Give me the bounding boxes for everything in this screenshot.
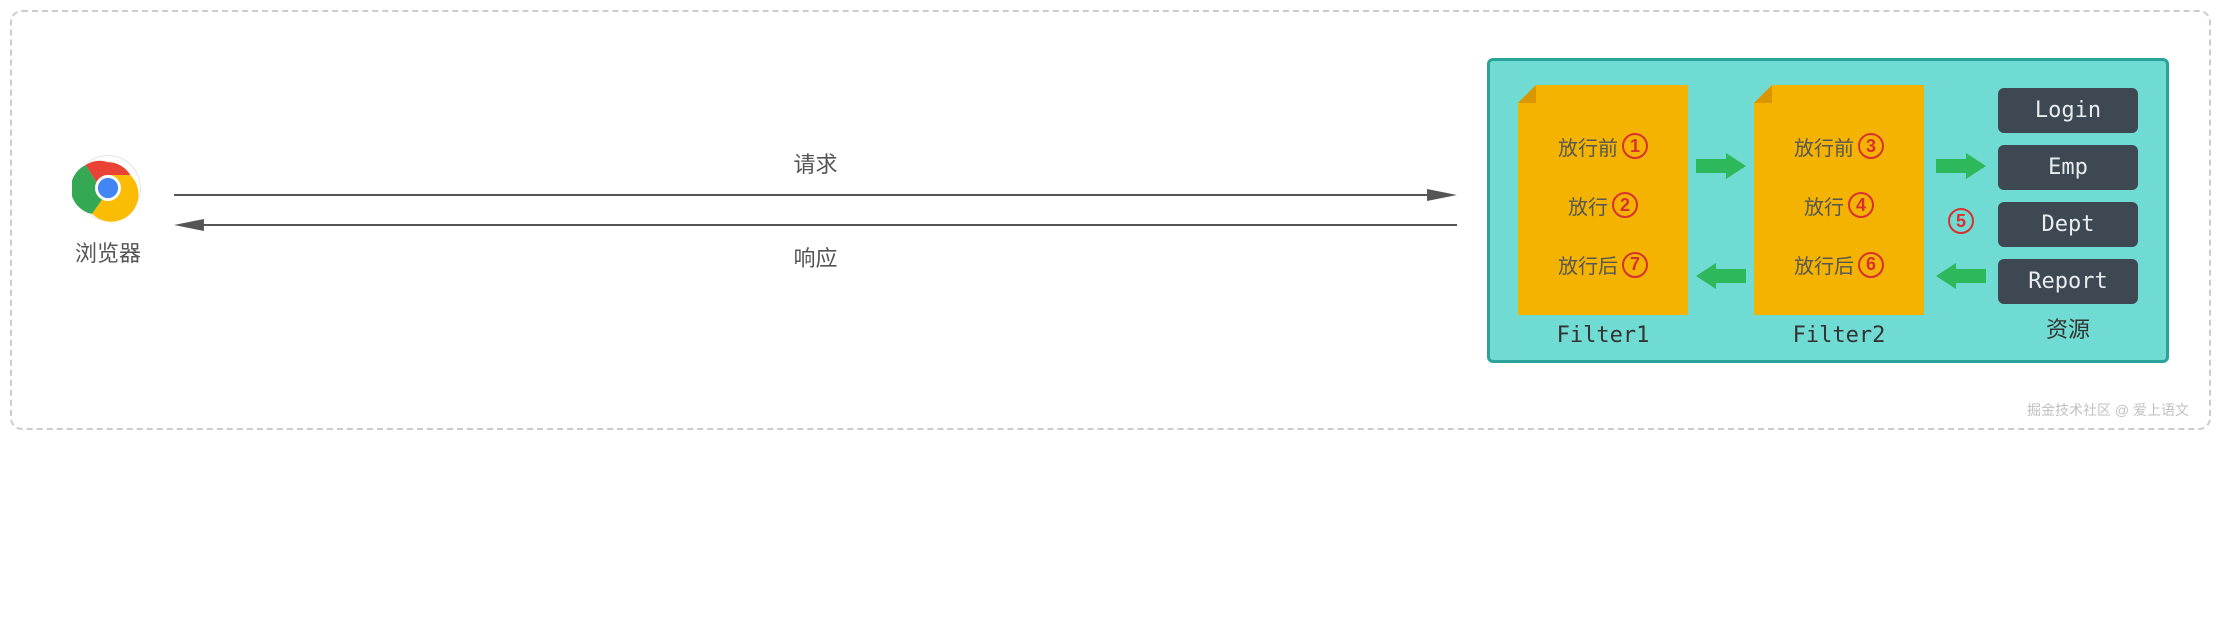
watermark: 掘金技术社区 @ 爱上语文: [2027, 400, 2189, 420]
diagram-container: 浏览器 请求 响应: [10, 10, 2211, 430]
server-container: 放行前 1 放行 2 放行后 7 Filter1: [1487, 58, 2169, 363]
filter1-line-before: 放行前 1: [1558, 132, 1648, 161]
flow-arrows-2: 5: [1932, 101, 1990, 331]
forward-arrow-icon: [1936, 151, 1986, 181]
filter2-box: 放行前 3 放行 4 放行后 6: [1754, 85, 1924, 315]
step-number: 7: [1622, 252, 1648, 278]
resources-label: 资源: [2046, 312, 2090, 344]
filter1-group: 放行前 1 放行 2 放行后 7 Filter1: [1518, 85, 1688, 348]
step-number: 2: [1612, 192, 1638, 218]
browser-section: 浏览器: [72, 152, 144, 268]
filter2-line-before: 放行前 3: [1794, 132, 1884, 161]
filter-text: 放行后: [1558, 250, 1618, 279]
filter2-line-do: 放行 4: [1804, 191, 1874, 220]
filter1-label: Filter1: [1557, 323, 1650, 348]
forward-arrow-icon: [1696, 151, 1746, 181]
request-arrow-row: 请求: [174, 147, 1457, 205]
flow-arrows-1: [1696, 101, 1746, 331]
filter2-line-after: 放行后 6: [1794, 250, 1884, 279]
browser-label: 浏览器: [75, 236, 141, 268]
resource-report: Report: [1998, 259, 2138, 304]
response-label: 响应: [793, 241, 837, 273]
filter-text: 放行后: [1794, 250, 1854, 279]
filter1-line-do: 放行 2: [1568, 191, 1638, 220]
backward-arrow-icon: [1936, 261, 1986, 291]
backward-arrow-icon: [1696, 261, 1746, 291]
response-arrow-row: 响应: [174, 215, 1457, 273]
resource-login: Login: [1998, 88, 2138, 133]
chrome-icon: [72, 152, 144, 224]
filter2-group: 放行前 3 放行 4 放行后 6 Filter2: [1754, 85, 1924, 348]
filter1-box: 放行前 1 放行 2 放行后 7: [1518, 85, 1688, 315]
filter-text: 放行前: [1558, 132, 1618, 161]
resource-emp: Emp: [1998, 145, 2138, 190]
resource-stack: Login Emp Dept Report: [1998, 88, 2138, 304]
filter-text: 放行: [1804, 191, 1844, 220]
resources-group: Login Emp Dept Report 资源: [1998, 88, 2138, 344]
filter2-label: Filter2: [1793, 323, 1886, 348]
step-number: 3: [1858, 133, 1884, 159]
request-label: 请求: [793, 147, 837, 179]
filter-text: 放行前: [1794, 132, 1854, 161]
step-number-5: 5: [1948, 208, 1974, 234]
request-arrow: [174, 185, 1457, 205]
step-number: 4: [1848, 192, 1874, 218]
resource-dept: Dept: [1998, 202, 2138, 247]
filter-text: 放行: [1568, 191, 1608, 220]
filter1-line-after: 放行后 7: [1558, 250, 1648, 279]
arrows-section: 请求 响应: [144, 147, 1487, 273]
response-arrow: [174, 215, 1457, 235]
step-number: 6: [1858, 252, 1884, 278]
step-number: 1: [1622, 133, 1648, 159]
